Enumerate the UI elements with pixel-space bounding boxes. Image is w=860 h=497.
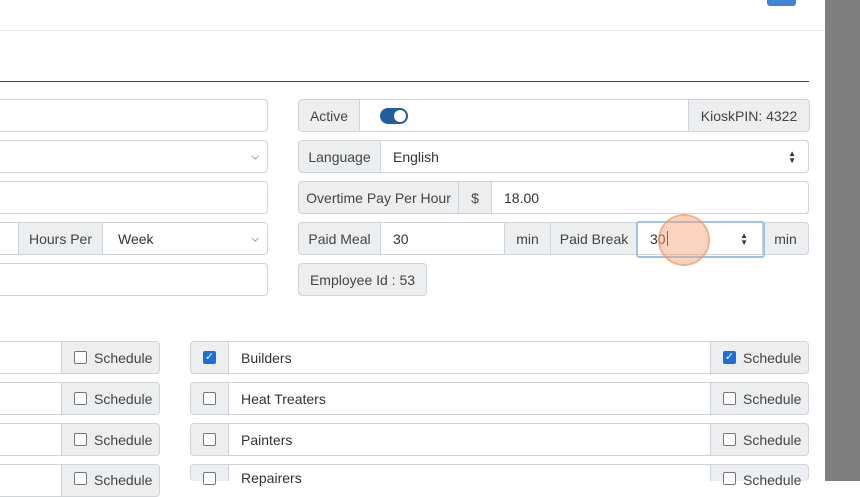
schedule-label: Schedule	[94, 349, 153, 366]
group-checkbox[interactable]	[203, 472, 216, 485]
employee-id: Employee Id : 53	[298, 263, 427, 296]
schedule-toggle-4[interactable]: Schedule	[710, 464, 809, 488]
group-name-left-2	[0, 382, 62, 415]
kiosk-pin: KioskPIN: 4322	[688, 99, 810, 132]
schedule-checkbox[interactable]	[723, 433, 736, 446]
card-icon[interactable]	[767, 0, 796, 6]
schedule-checkbox[interactable]	[74, 392, 87, 405]
group-name-4: Repairers	[228, 464, 711, 486]
group-checkbox-cell-1[interactable]	[190, 341, 229, 374]
schedule-checkbox[interactable]	[723, 392, 736, 405]
language-value: English	[393, 148, 439, 165]
schedule-toggle-left-1[interactable]: Schedule	[61, 341, 160, 374]
active-label: Active	[298, 99, 360, 132]
text-input-2[interactable]	[0, 181, 268, 214]
header-divider	[0, 30, 825, 31]
language-select[interactable]: English ▲ ▼	[380, 140, 809, 173]
group-checkbox[interactable]	[203, 433, 216, 446]
schedule-label: Schedule	[743, 472, 802, 488]
schedule-label: Schedule	[743, 390, 802, 407]
active-toggle[interactable]	[380, 108, 408, 124]
schedule-label: Schedule	[94, 472, 153, 488]
select-arrows-icon: ▲ ▼	[788, 148, 796, 165]
group-checkbox-cell-4[interactable]	[190, 464, 229, 485]
schedule-toggle-left-3[interactable]: Schedule	[61, 423, 160, 456]
paid-break-unit: min	[762, 222, 809, 255]
currency-symbol: $	[458, 181, 492, 214]
schedule-toggle-2[interactable]: Schedule	[710, 382, 809, 415]
hours-input[interactable]	[0, 222, 19, 255]
paid-break-value: 30	[650, 230, 666, 247]
schedule-checkbox[interactable]	[723, 351, 736, 364]
group-checkbox[interactable]	[203, 392, 216, 405]
section-divider	[0, 81, 809, 82]
schedule-toggle-left-2[interactable]: Schedule	[61, 382, 160, 415]
language-label: Language	[298, 140, 381, 173]
text-caret	[666, 231, 668, 246]
group-checkbox-cell-2[interactable]	[190, 382, 229, 415]
hours-per-value: Week	[118, 230, 154, 247]
text-input-1[interactable]	[0, 99, 268, 132]
scrollbar-gutter[interactable]	[825, 0, 860, 481]
group-name-2: Heat Treaters	[228, 382, 711, 415]
schedule-label: Schedule	[94, 390, 153, 407]
schedule-toggle-1[interactable]: Schedule	[710, 341, 809, 374]
group-name-left-1	[0, 341, 62, 374]
schedule-toggle-3[interactable]: Schedule	[710, 423, 809, 456]
overtime-input[interactable]: 18.00	[491, 181, 809, 214]
schedule-checkbox[interactable]	[74, 433, 87, 446]
schedule-checkbox[interactable]	[723, 472, 736, 485]
schedule-checkbox[interactable]	[74, 351, 87, 364]
paid-meal-label: Paid Meal	[298, 222, 381, 255]
paid-meal-input[interactable]: 30	[380, 222, 505, 255]
schedule-label: Schedule	[94, 431, 153, 448]
group-checkbox[interactable]	[203, 351, 216, 364]
number-spinner-icon[interactable]: ▲ ▼	[740, 231, 748, 246]
paid-meal-unit: min	[504, 222, 551, 255]
chevron-down-icon: ⌵	[251, 233, 259, 244]
chevron-down-icon: ⌵	[251, 151, 259, 162]
hours-per-label: Hours Per	[18, 222, 103, 255]
paid-break-input[interactable]: 30 ▲ ▼	[637, 222, 763, 255]
schedule-label: Schedule	[743, 431, 802, 448]
hours-per-select[interactable]: Week ⌵	[102, 222, 268, 255]
schedule-checkbox[interactable]	[74, 472, 87, 485]
group-checkbox-cell-3[interactable]	[190, 423, 229, 456]
paid-break-label: Paid Break	[550, 222, 638, 255]
active-toggle-container	[359, 99, 689, 132]
overtime-label: Overtime Pay Per Hour	[298, 181, 459, 214]
text-input-3[interactable]	[0, 263, 268, 296]
group-name-3: Painters	[228, 423, 711, 456]
group-name-left-3	[0, 423, 62, 456]
group-name-1: Builders	[228, 341, 711, 374]
select-input-1[interactable]: ⌵	[0, 140, 268, 173]
schedule-label: Schedule	[743, 349, 802, 366]
